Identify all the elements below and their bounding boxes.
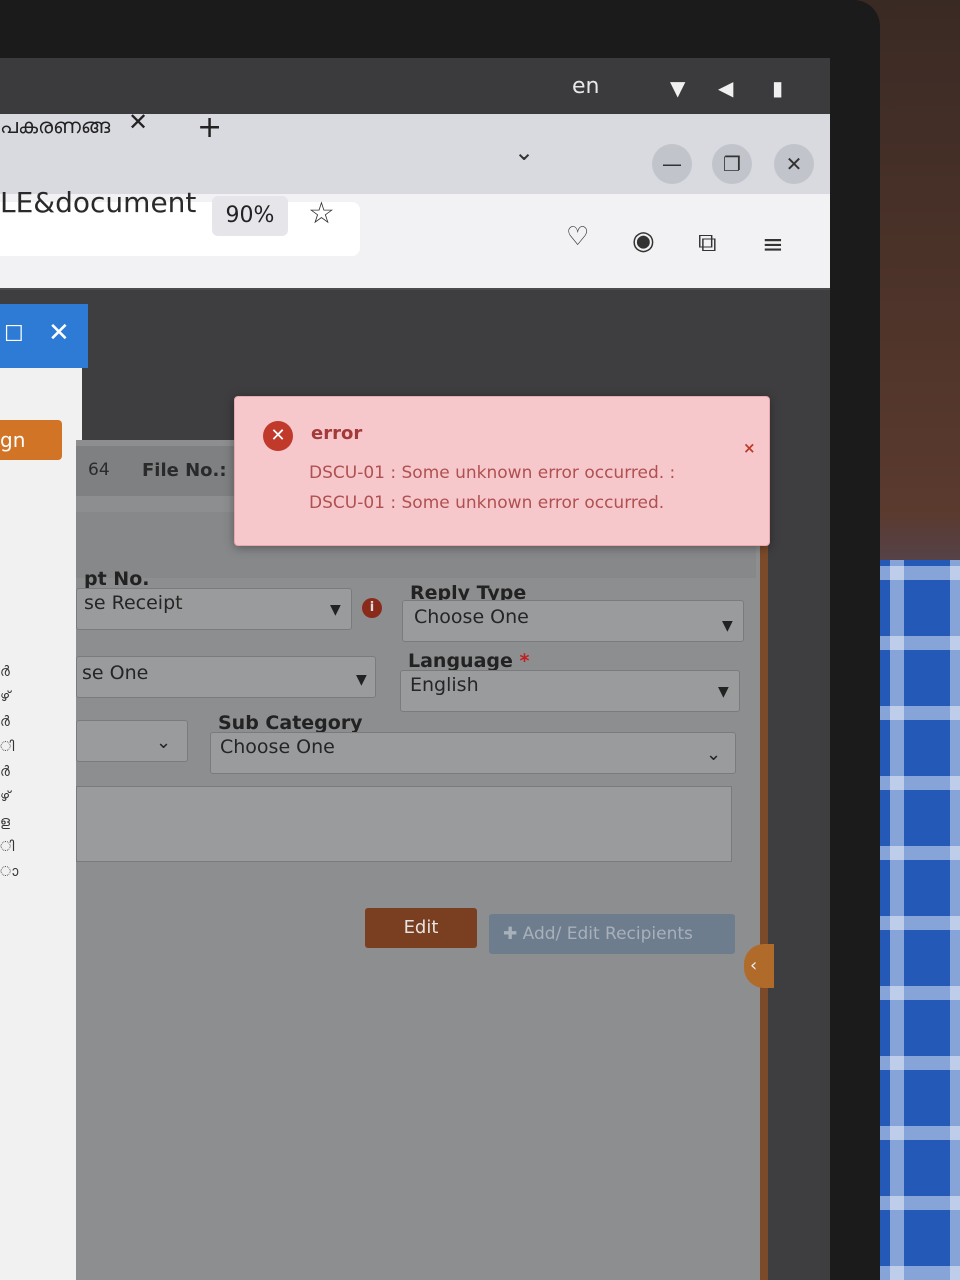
zoom-level-button[interactable]: 90%	[212, 196, 288, 236]
dropdown-arrow-icon: ▼	[330, 602, 341, 618]
sub-category-value: Choose One	[220, 736, 335, 758]
left-glyph: ാ	[0, 864, 19, 880]
second-left-value: se One	[82, 662, 149, 684]
info-icon[interactable]: i	[362, 598, 382, 618]
browser-tab-title[interactable]: പകരണങ്ങ	[0, 114, 110, 139]
minimize-button[interactable]: —	[652, 144, 692, 184]
tab-list-chevron-icon[interactable]: ⌄	[514, 138, 534, 166]
left-window-text-list: ർ ഴ് ർ ി ർ ഴ് ള ി ാ	[0, 660, 20, 885]
restore-button[interactable]: ❐	[712, 144, 752, 184]
chevron-down-icon: ⌄	[156, 732, 172, 753]
toast-close-icon[interactable]: ×	[743, 439, 756, 457]
account-icon[interactable]: ◉	[632, 226, 655, 256]
system-bar: en ▼ ◀ ▮	[0, 58, 830, 114]
close-icon[interactable]: ✕	[48, 318, 70, 348]
language-indicator[interactable]: en	[572, 74, 599, 99]
left-glyph: ഴ്	[0, 689, 11, 705]
reply-type-value: Choose One	[414, 606, 529, 628]
required-asterisk: *	[519, 650, 530, 672]
new-tab-button[interactable]: +	[197, 110, 222, 145]
file-number-fragment: 64	[88, 460, 110, 480]
receipt-no-label: pt No.	[84, 568, 150, 590]
error-icon: ✕	[263, 421, 293, 451]
error-toast: ✕ error × DSCU-01 : Some unknown error o…	[234, 396, 770, 546]
edit-button[interactable]: Edit	[365, 908, 477, 948]
battery-icon[interactable]: ▮	[772, 76, 783, 100]
add-recipients-label: Add/ Edit Recipients	[522, 924, 693, 944]
wifi-icon[interactable]: ▼	[670, 76, 685, 100]
dropdown-arrow-icon: ▼	[722, 618, 733, 634]
remarks-textarea[interactable]	[76, 786, 732, 862]
left-glyph: ർ	[0, 714, 10, 730]
volume-icon[interactable]: ◀	[718, 76, 733, 100]
language-label: Language *	[408, 650, 529, 672]
side-collapse-tab[interactable]: ‹	[744, 944, 774, 988]
error-toast-title: error	[311, 423, 363, 444]
dropdown-arrow-icon: ▼	[356, 672, 367, 688]
left-glyph: ി	[0, 839, 15, 855]
tab-bar	[0, 114, 830, 194]
address-bar[interactable]: LE&document	[0, 186, 196, 219]
error-message: DSCU-01 : Some unknown error occurred.	[309, 493, 665, 513]
sub-category-label: Sub Category	[218, 712, 363, 734]
left-glyph: ർ	[0, 664, 10, 680]
add-edit-recipients-button[interactable]: ✚ Add/ Edit Recipients	[489, 914, 735, 954]
tab-close-icon[interactable]: ✕	[128, 108, 148, 136]
plus-icon: ✚	[503, 924, 523, 944]
left-window-button[interactable]: gn	[0, 420, 62, 460]
file-no-label: File No.:	[142, 460, 227, 481]
bookmark-star-icon[interactable]: ☆	[308, 196, 335, 231]
menu-icon[interactable]: ≡	[762, 230, 784, 260]
right-panel-edge	[760, 540, 768, 1280]
maximize-icon[interactable]: ☐	[4, 322, 24, 347]
left-glyph: ഴ്	[0, 789, 11, 805]
language-value: English	[410, 674, 479, 696]
dropdown-arrow-icon: ▼	[718, 684, 729, 700]
left-glyph: ി	[0, 739, 15, 755]
chevron-down-icon: ⌄	[706, 744, 722, 765]
close-window-button[interactable]: ✕	[774, 144, 814, 184]
error-message: DSCU-01 : Some unknown error occurred. :	[309, 463, 676, 483]
left-glyph: ള	[0, 814, 10, 830]
category-select[interactable]	[76, 720, 188, 762]
pocket-icon[interactable]: ♡	[566, 222, 589, 252]
extensions-icon[interactable]: ⧉	[698, 228, 717, 259]
language-label-text: Language	[408, 650, 513, 672]
left-glyph: ർ	[0, 764, 10, 780]
receipt-select-value: se Receipt	[84, 592, 183, 614]
